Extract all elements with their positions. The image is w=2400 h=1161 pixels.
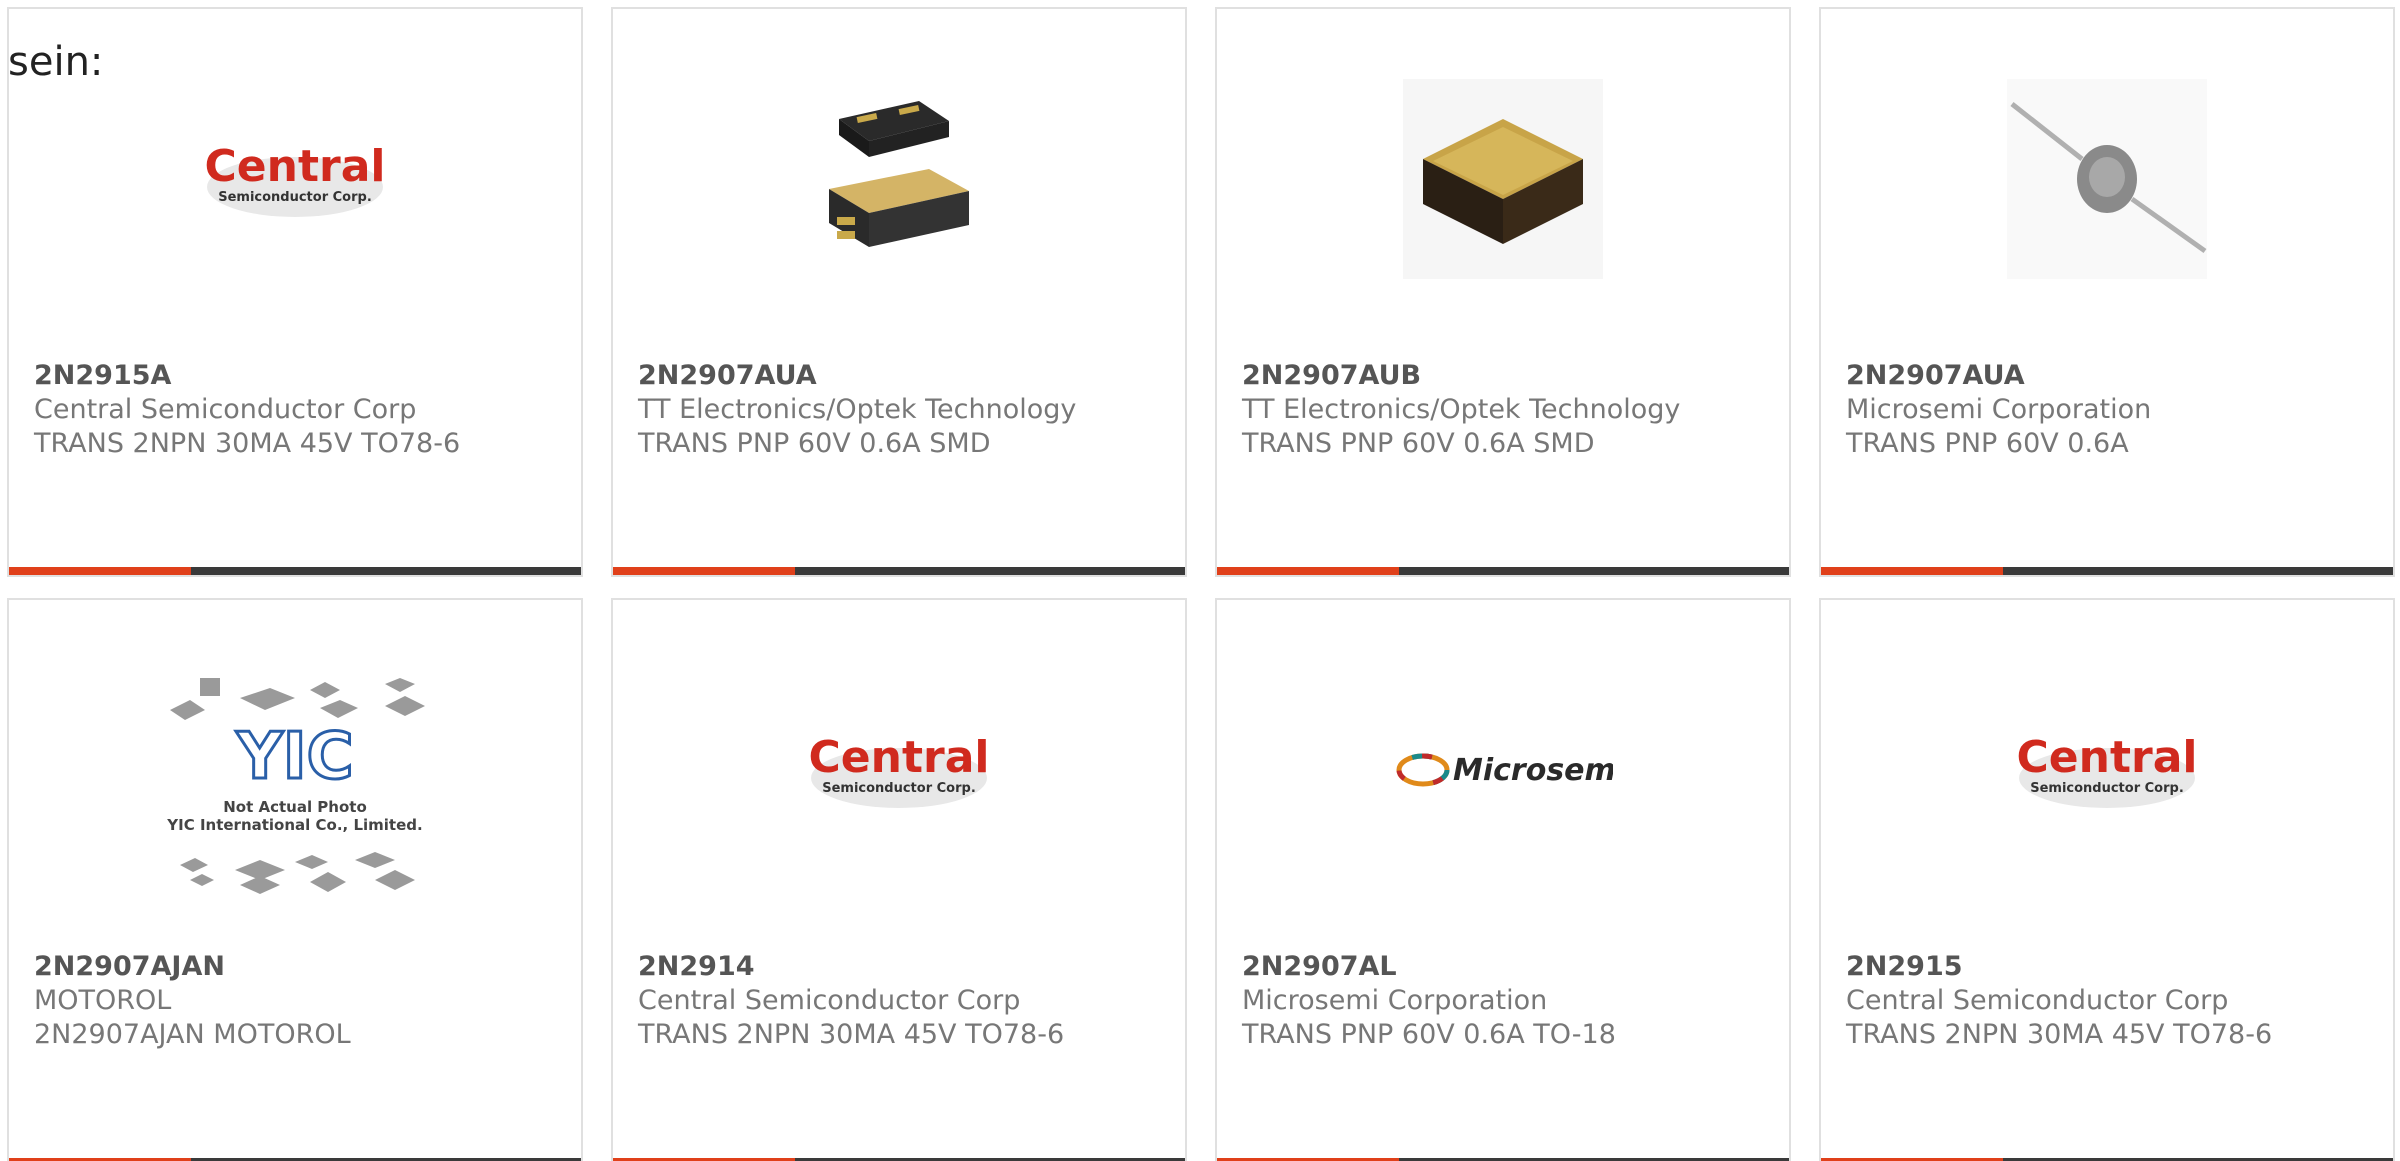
- card-bar-accent: [1217, 567, 1399, 575]
- smd-gold-package-image: [1217, 69, 1789, 289]
- axial-diode-image: [1821, 69, 2393, 289]
- central-logo-image: Central Semiconductor Corp.: [1821, 660, 2393, 880]
- product-card[interactable]: Central Semiconductor Corp. 2N2914 Centr…: [611, 598, 1187, 1161]
- manufacturer: Central Semiconductor Corp: [1846, 985, 2229, 1016]
- svg-text:Central: Central: [2017, 732, 2198, 783]
- svg-text:YIC International Co., Limited: YIC International Co., Limited.: [166, 816, 422, 834]
- svg-text:Central: Central: [205, 141, 386, 192]
- svg-text:Semiconductor Corp.: Semiconductor Corp.: [218, 190, 372, 205]
- description: TRANS 2NPN 30MA 45V TO78-6: [638, 1019, 1065, 1050]
- intro-text: sein:: [8, 39, 104, 85]
- card-bottom-bar: [613, 567, 1185, 575]
- product-grid-page: sein: Central Semiconductor Corp. 2N2915…: [0, 0, 2400, 1161]
- manufacturer: MOTOROL: [34, 985, 172, 1016]
- manufacturer: Central Semiconductor Corp: [638, 985, 1021, 1016]
- part-number[interactable]: 2N2907AUB: [1242, 359, 1421, 393]
- card-bottom-bar: [1821, 567, 2393, 575]
- smd-package-image: [613, 69, 1185, 289]
- description: TRANS PNP 60V 0.6A SMD: [638, 428, 991, 459]
- svg-text:Microsemi: Microsemi: [1453, 753, 1613, 788]
- card-bottom-bar: [9, 567, 581, 575]
- manufacturer: TT Electronics/Optek Technology: [638, 394, 1077, 425]
- description: TRANS 2NPN 30MA 45V TO78-6: [1846, 1019, 2273, 1050]
- svg-text:Central: Central: [809, 732, 990, 783]
- svg-text:Semiconductor Corp.: Semiconductor Corp.: [822, 781, 976, 796]
- part-number[interactable]: 2N2907AJAN: [34, 950, 225, 984]
- card-bar-accent: [9, 567, 191, 575]
- manufacturer: TT Electronics/Optek Technology: [1242, 394, 1681, 425]
- yic-placeholder-image: YIC Not Actual Photo YIC International C…: [9, 678, 581, 900]
- part-number[interactable]: 2N2907AUA: [1846, 359, 2025, 393]
- manufacturer: Microsemi Corporation: [1242, 985, 1548, 1016]
- part-number[interactable]: 2N2907AUA: [638, 359, 817, 393]
- product-card[interactable]: 2N2907AUB TT Electronics/Optek Technolog…: [1215, 7, 1791, 577]
- central-logo-image: Central Semiconductor Corp.: [613, 660, 1185, 880]
- description: TRANS 2NPN 30MA 45V TO78-6: [34, 428, 461, 459]
- part-number[interactable]: 2N2907AL: [1242, 950, 1397, 984]
- manufacturer: Central Semiconductor Corp: [34, 394, 417, 425]
- part-number[interactable]: 2N2915: [1846, 950, 1963, 984]
- description: TRANS PNP 60V 0.6A: [1846, 428, 2129, 459]
- svg-text:Semiconductor Corp.: Semiconductor Corp.: [2030, 781, 2184, 796]
- part-number[interactable]: 2N2915A: [34, 359, 171, 393]
- product-card[interactable]: 2N2907AUA Microsemi Corporation TRANS PN…: [1819, 7, 2395, 577]
- card-bottom-bar: [1217, 567, 1789, 575]
- product-card[interactable]: Central Semiconductor Corp. 2N2915 Centr…: [1819, 598, 2395, 1161]
- card-bar-accent: [613, 567, 795, 575]
- description: TRANS PNP 60V 0.6A TO-18: [1242, 1019, 1616, 1050]
- product-card[interactable]: Microsemi 2N2907AL Microsemi Corporation…: [1215, 598, 1791, 1161]
- manufacturer: Microsemi Corporation: [1846, 394, 2152, 425]
- svg-text:Not Actual Photo: Not Actual Photo: [223, 798, 367, 816]
- central-logo-image: Central Semiconductor Corp.: [9, 69, 581, 289]
- description: 2N2907AJAN MOTOROL: [34, 1019, 351, 1050]
- product-card[interactable]: YIC Not Actual Photo YIC International C…: [7, 598, 583, 1161]
- microsemi-logo-image: Microsemi: [1217, 660, 1789, 880]
- description: TRANS PNP 60V 0.6A SMD: [1242, 428, 1595, 459]
- product-card[interactable]: Central Semiconductor Corp. 2N2915A Cent…: [7, 7, 583, 577]
- product-card[interactable]: 2N2907AUA TT Electronics/Optek Technolog…: [611, 7, 1187, 577]
- svg-text:YIC: YIC: [235, 720, 353, 794]
- card-bar-accent: [1821, 567, 2003, 575]
- part-number[interactable]: 2N2914: [638, 950, 755, 984]
